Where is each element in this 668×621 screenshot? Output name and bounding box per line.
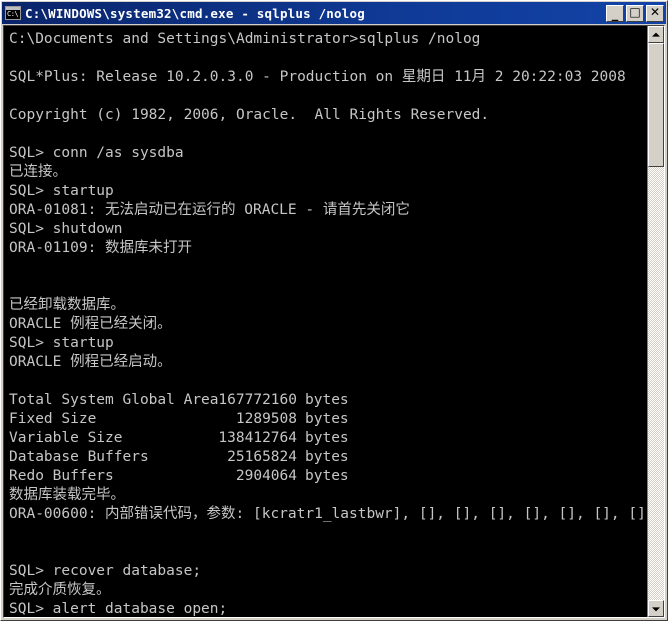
- scroll-up-button[interactable]: [648, 26, 664, 43]
- client-area: C:\Documents and Settings\Administrator>…: [3, 25, 665, 618]
- memory-value: 1289508: [235, 411, 297, 427]
- console-icon-glyph: C:\: [7, 10, 19, 18]
- terminal-line: SQL> recover database;: [9, 563, 202, 579]
- terminal-memory-row: Fixed Size 1289508 bytes: [9, 410, 647, 429]
- memory-unit: bytes: [305, 430, 349, 446]
- terminal-line: ORA-00600: 内部错误代码，参数: [kcratr1_lastbwr],…: [9, 506, 646, 522]
- terminal-line: SQL> alert database open;: [9, 601, 228, 617]
- terminal-line: ORACLE 例程已经启动。: [9, 354, 172, 370]
- maximize-button[interactable]: □: [626, 4, 644, 22]
- terminal-line: SQL> startup: [9, 183, 114, 199]
- console-icon: C:\: [5, 6, 21, 20]
- terminal-line: Copyright (c) 1982, 2006, Oracle. All Ri…: [9, 107, 490, 123]
- memory-label: Redo Buffers: [9, 468, 114, 484]
- terminal-line: 已经卸载数据库。: [9, 297, 125, 313]
- memory-value: 25165824: [227, 449, 297, 465]
- close-button[interactable]: ✕: [646, 4, 664, 22]
- memory-unit: bytes: [305, 411, 349, 427]
- maximize-icon: □: [629, 4, 641, 19]
- minimize-icon: _: [611, 6, 619, 22]
- terminal-line: ORACLE 例程已经关闭。: [9, 316, 172, 332]
- console-window: C:\ C:\WINDOWS\system32\cmd.exe - sqlplu…: [0, 0, 668, 621]
- scrollbar-thumb[interactable]: [648, 43, 664, 167]
- terminal-line: C:\Documents and Settings\Administrator>…: [9, 31, 481, 47]
- terminal-memory-row: Redo Buffers 2904064 bytes: [9, 467, 647, 486]
- scroll-down-button[interactable]: [648, 600, 664, 617]
- memory-unit: bytes: [305, 392, 349, 408]
- memory-value: 138412764: [218, 430, 297, 446]
- minimize-button[interactable]: _: [606, 4, 624, 22]
- memory-label: Variable Size: [9, 430, 123, 446]
- terminal-memory-row: Variable Size 138412764 bytes: [9, 429, 647, 448]
- memory-label: Fixed Size: [9, 411, 97, 427]
- vertical-scrollbar[interactable]: [647, 26, 664, 617]
- terminal-line: SQL> conn /as sysdba: [9, 145, 184, 161]
- terminal-line: 数据库装载完毕。: [9, 487, 125, 503]
- caption-button-group: _ □ ✕: [606, 4, 664, 22]
- title-bar[interactable]: C:\ C:\WINDOWS\system32\cmd.exe - sqlplu…: [2, 2, 666, 24]
- memory-label: Database Buffers: [9, 449, 149, 465]
- scrollbar-track[interactable]: [648, 43, 664, 600]
- memory-value: 2904064: [235, 468, 297, 484]
- terminal-line: 完成介质恢复。: [9, 582, 111, 598]
- memory-value: 167772160: [218, 392, 297, 408]
- terminal-line: 已连接。: [9, 164, 67, 180]
- terminal-line: SQL*Plus: Release 10.2.0.3.0 - Productio…: [9, 69, 626, 85]
- memory-unit: bytes: [305, 449, 349, 465]
- terminal-line: SQL> shutdown: [9, 221, 123, 237]
- terminal-memory-row: Database Buffers 25165824 bytes: [9, 448, 647, 467]
- terminal-line: ORA-01081: 无法启动已在运行的 ORACLE - 请首先关闭它: [9, 202, 410, 218]
- memory-label: Total System Global Area: [9, 392, 219, 408]
- terminal-memory-row: Total System Global Area 167772160 bytes: [9, 391, 647, 410]
- triangle-down-icon: [652, 606, 660, 611]
- close-icon: ✕: [649, 4, 661, 19]
- memory-unit: bytes: [305, 468, 349, 484]
- terminal-line: ORA-01109: 数据库未打开: [9, 240, 193, 256]
- terminal-line: SQL> startup: [9, 335, 114, 351]
- triangle-up-icon: [652, 32, 660, 37]
- terminal-output[interactable]: C:\Documents and Settings\Administrator>…: [4, 26, 647, 617]
- window-title: C:\WINDOWS\system32\cmd.exe - sqlplus /n…: [25, 5, 365, 21]
